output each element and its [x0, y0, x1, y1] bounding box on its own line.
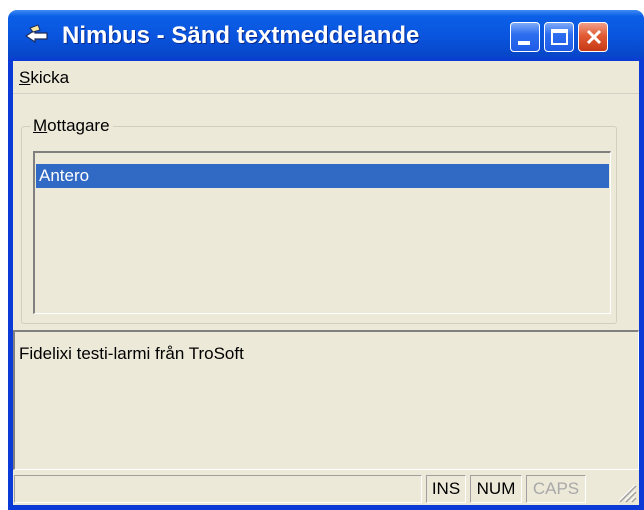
maximize-icon: [551, 29, 568, 45]
menu-accelerator: S: [19, 68, 31, 87]
status-bar: INS NUM CAPS: [13, 473, 639, 505]
resize-grip-icon[interactable]: [615, 481, 637, 503]
recipients-group-label: Mottagare: [30, 116, 113, 136]
title-bar[interactable]: Nimbus - Sänd textmeddelande: [8, 10, 644, 61]
menu-item-skicka[interactable]: Skicka: [17, 66, 71, 90]
recipients-list[interactable]: Antero: [33, 151, 611, 314]
group-label-text: ottagare: [47, 116, 110, 135]
window-title: Nimbus - Sänd textmeddelande: [62, 22, 420, 49]
status-ins: INS: [426, 475, 466, 503]
minimize-icon: [518, 41, 530, 45]
app-icon: [25, 24, 48, 44]
list-item[interactable]: Antero: [36, 164, 609, 188]
status-num: NUM: [470, 475, 522, 503]
menu-item-label: kicka: [30, 68, 70, 87]
status-main-pane: [14, 475, 422, 503]
status-caps: CAPS: [526, 475, 586, 503]
group-accelerator: M: [33, 116, 48, 135]
message-text: Fidelixi testi-larmi från TroSoft: [19, 344, 244, 363]
maximize-button[interactable]: [544, 22, 574, 52]
app-window: Nimbus - Sänd textmeddelande Skicka Mott…: [8, 10, 644, 510]
close-button[interactable]: [578, 22, 608, 52]
client-area: Skicka Mottagare Antero Fidelixi testi-l…: [13, 61, 639, 505]
menu-bar: Skicka: [13, 61, 639, 94]
close-icon: [586, 29, 602, 45]
message-text-area[interactable]: Fidelixi testi-larmi från TroSoft: [13, 330, 639, 470]
minimize-button[interactable]: [510, 22, 540, 52]
